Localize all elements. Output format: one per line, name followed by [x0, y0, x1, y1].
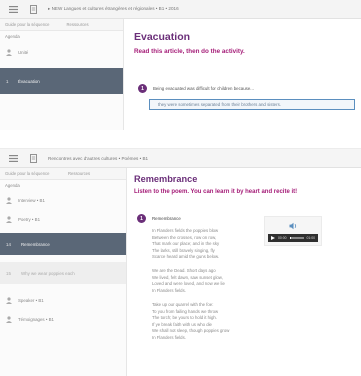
player-controls: 00:00 01:00	[268, 234, 318, 242]
page-title: Evacuation	[134, 31, 191, 43]
current-time: 00:00	[278, 236, 287, 240]
screenshot-evacuation: ▸ NEW Langues et cultures étrangères et …	[0, 0, 361, 130]
activity-step: 1 Being evacuated was difficult for chil…	[138, 84, 254, 93]
breadcrumb[interactable]: ▸ NEW Langues et cultures étrangères et …	[48, 6, 179, 12]
sidebar-item-unit[interactable]: Unité	[0, 42, 123, 62]
sidebar-item-label: Interview • B1	[18, 198, 45, 203]
sidebar: Guide pour la séquence Ressources Agenda…	[0, 19, 124, 130]
sidebar-item-number: 15	[6, 270, 11, 276]
sidebar-item-testimonies[interactable]: Témoignages • B1	[0, 310, 126, 329]
progress-fill	[289, 237, 291, 239]
sidebar-item-poppies[interactable]: 15 Why we wear poppies each	[0, 262, 126, 284]
total-time: 01:00	[306, 236, 316, 240]
tab-guide[interactable]: Guide pour la séquence	[0, 22, 62, 27]
instruction-text: Listen to the poem. You can learn it by …	[134, 189, 298, 195]
sidebar-item-speaker[interactable]: Speaker • B1	[0, 291, 126, 310]
sidebar-item-label: Remembrance	[21, 241, 50, 247]
sidebar-title: Agenda	[5, 34, 20, 39]
main-content: Remembrance Listen to the poem. You can …	[127, 168, 361, 376]
breadcrumb[interactable]: Rencontres avec d'autres cultures • Poèm…	[48, 156, 148, 161]
sidebar-item-label: Speaker • B1	[18, 298, 44, 303]
poem-stanza: We are the Dead. Short days ago We lived…	[152, 268, 225, 293]
tab-resources[interactable]: Ressources	[63, 171, 126, 176]
sidebar-tabs: Guide pour la séquence Ressources	[0, 168, 126, 180]
sidebar-title: Agenda	[5, 183, 20, 188]
sidebar-item-number: 1	[6, 78, 9, 84]
step-question: Being evacuated was difficult for childr…	[153, 86, 254, 91]
sidebar-item-number: 14	[6, 241, 11, 247]
activity-step: 1 Remembrance	[137, 214, 181, 223]
sidebar-item-poetry[interactable]: Poetry • B1	[0, 210, 126, 229]
menu-icon[interactable]	[6, 2, 20, 16]
play-icon[interactable]	[271, 236, 275, 240]
sidebar-item-label: Évacuation	[18, 78, 40, 84]
speaker-icon	[289, 222, 297, 230]
top-toolbar: ▸ NEW Langues et cultures étrangères et …	[0, 0, 361, 19]
sidebar-tabs: Guide pour la séquence Ressources	[0, 19, 123, 31]
audio-player: 00:00 01:00	[264, 216, 322, 246]
tab-resources[interactable]: Ressources	[62, 22, 124, 27]
person-icon	[6, 216, 12, 223]
step-number: 1	[138, 84, 147, 93]
menu-icon[interactable]	[6, 151, 20, 165]
sidebar-item-label: Unité	[18, 49, 29, 55]
instruction-text: Read this article, then do the activity.	[134, 48, 245, 55]
person-icon	[6, 48, 12, 56]
poem-stanza: Take up our quarrel with the foe: To you…	[152, 302, 230, 340]
sidebar-item-label: Témoignages • B1	[18, 317, 54, 322]
main-content: Evacuation Read this article, then do th…	[124, 19, 361, 130]
document-icon[interactable]	[26, 2, 40, 16]
progress-track[interactable]	[289, 237, 304, 239]
sidebar-item-evacuation[interactable]: 1 Évacuation	[0, 68, 123, 94]
person-icon	[6, 316, 12, 323]
answer-option[interactable]: they were sometimes separated from their…	[149, 99, 355, 110]
document-icon[interactable]	[26, 151, 40, 165]
screenshot-remembrance: Rencontres avec d'autres cultures • Poèm…	[0, 148, 361, 376]
sidebar: Guide pour la séquence Ressources Agenda…	[0, 168, 127, 376]
sidebar-item-interview[interactable]: Interview • B1	[0, 191, 126, 210]
poem-stanza: In Flanders fields the poppies blow Betw…	[152, 228, 220, 260]
page-title: Remembrance	[134, 174, 198, 184]
sidebar-item-label: Poetry • B1	[18, 217, 41, 222]
poem-title: Remembrance	[152, 216, 181, 221]
sidebar-item-label: Why we wear poppies each	[21, 270, 75, 276]
person-icon	[6, 297, 12, 304]
person-icon	[6, 197, 12, 204]
step-number: 1	[137, 214, 146, 223]
sidebar-item-remembrance[interactable]: 14 Remembrance	[0, 233, 126, 255]
tab-guide[interactable]: Guide pour la séquence	[0, 171, 63, 176]
top-toolbar: Rencontres avec d'autres cultures • Poèm…	[0, 149, 361, 168]
